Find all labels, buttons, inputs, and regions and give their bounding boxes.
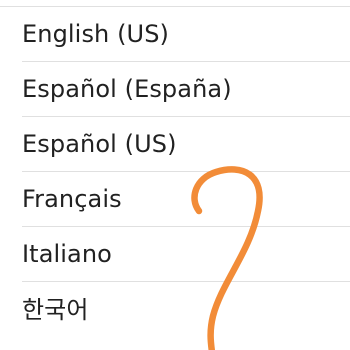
language-label: Español (España) [22,75,232,103]
language-item-italiano[interactable]: Italiano [22,227,350,282]
language-label: Español (US) [22,130,177,158]
language-item-espanol-espana[interactable]: Español (España) [22,62,350,117]
language-label: 한국어 [22,295,89,324]
language-picker-screen: English (US) Español (España) Español (U… [0,0,350,350]
language-item-korean[interactable]: 한국어 [22,282,350,337]
language-label: Français [22,185,122,213]
language-item-espanol-us[interactable]: Español (US) [22,117,350,172]
language-item-francais[interactable]: Français [22,172,350,227]
language-item-english-us[interactable]: English (US) [22,7,350,62]
language-label: Italiano [22,240,112,268]
language-list: English (US) Español (España) Español (U… [0,7,350,337]
language-label: English (US) [22,20,170,48]
